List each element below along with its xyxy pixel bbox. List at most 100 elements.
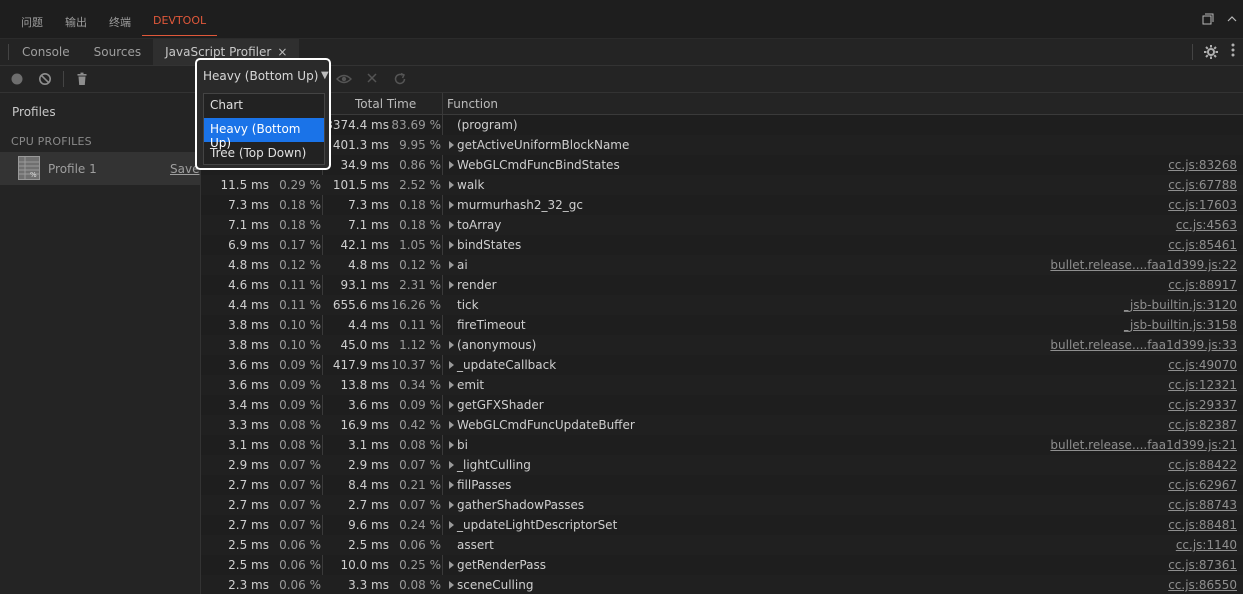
table-row[interactable]: 3.4 ms 0.09 % 3.6 ms 0.09 % getGFXShader cc.j… xyxy=(201,395,1243,415)
expand-triangle-icon[interactable] xyxy=(449,421,454,429)
table-row[interactable]: 2.5 ms 0.06 % 10.0 ms 0.25 % getRenderPass cc… xyxy=(201,555,1243,575)
table-row[interactable]: 4.6 ms 0.11 % 93.1 ms 2.31 % render cc.js:889… xyxy=(201,275,1243,295)
option-heavy-bottom-up[interactable]: Heavy (Bottom Up) xyxy=(204,118,324,150)
source-link[interactable]: cc.js:86550 xyxy=(1168,578,1237,592)
self-time-cell: 2.9 ms xyxy=(228,458,269,472)
source-link[interactable]: bullet.release....faa1d399.js:21 xyxy=(1050,438,1237,452)
table-row[interactable]: 2.9 ms 0.07 % 2.9 ms 0.07 % _lightCulling cc.… xyxy=(201,455,1243,475)
expand-triangle-icon[interactable] xyxy=(449,401,454,409)
expand-triangle-icon[interactable] xyxy=(449,221,454,229)
panel-tab-terminal[interactable]: 终端 xyxy=(98,10,142,36)
function-name-cell: emit xyxy=(457,378,485,392)
self-time-cell: 2.7 ms xyxy=(228,518,269,532)
expand-triangle-icon[interactable] xyxy=(449,381,454,389)
source-link[interactable]: bullet.release....faa1d399.js:22 xyxy=(1050,258,1237,272)
restore-icon[interactable] xyxy=(393,72,407,86)
close-tab-icon[interactable]: × xyxy=(277,45,287,59)
source-link[interactable]: cc.js:17603 xyxy=(1168,198,1237,212)
expand-triangle-icon[interactable] xyxy=(449,181,454,189)
source-link[interactable]: cc.js:85461 xyxy=(1168,238,1237,252)
source-link[interactable]: cc.js:62967 xyxy=(1168,478,1237,492)
restore-panel-icon[interactable] xyxy=(1201,12,1215,26)
table-row[interactable]: 2.5 ms 0.06 % 2.5 ms 0.06 % assert cc.js:1140 xyxy=(201,535,1243,555)
source-link[interactable]: cc.js:67788 xyxy=(1168,178,1237,192)
expand-triangle-icon[interactable] xyxy=(449,141,454,149)
expand-triangle-icon[interactable] xyxy=(449,521,454,529)
expand-triangle-icon[interactable] xyxy=(449,581,454,589)
table-row[interactable]: 2.7 ms 0.07 % 9.6 ms 0.24 % _updateLightDesc… xyxy=(201,515,1243,535)
table-row[interactable]: 11.5 ms 0.29 % 101.5 ms 2.52 % walk cc.js:677… xyxy=(201,175,1243,195)
table-row[interactable]: 3.6 ms 0.09 % 417.9 ms 10.37 % _updateCallba… xyxy=(201,355,1243,375)
source-link[interactable]: cc.js:12321 xyxy=(1168,378,1237,392)
expand-triangle-icon[interactable] xyxy=(449,161,454,169)
table-row[interactable]: 3.1 ms 0.08 % 3.1 ms 0.08 % bi bullet.release… xyxy=(201,435,1243,455)
expand-triangle-icon[interactable] xyxy=(449,561,454,569)
source-link[interactable]: cc.js:49070 xyxy=(1168,358,1237,372)
function-name-cell: (anonymous) xyxy=(457,338,537,352)
source-link[interactable]: _jsb-builtin.js:3158 xyxy=(1124,318,1237,332)
tab-sources[interactable]: Sources xyxy=(82,39,153,65)
option-chart[interactable]: Chart xyxy=(204,94,324,118)
table-row[interactable]: 4.4 ms 0.11 % 655.6 ms 16.26 % tick _jsb-buil… xyxy=(201,295,1243,315)
source-link[interactable]: _jsb-builtin.js:3120 xyxy=(1124,298,1237,312)
table-row[interactable]: 7.1 ms 0.18 % 7.1 ms 0.18 % toArray cc.js:456… xyxy=(201,215,1243,235)
panel-tab-devtool[interactable]: DEVTOOL xyxy=(142,10,218,36)
expand-triangle-icon[interactable] xyxy=(449,481,454,489)
expand-triangle-icon[interactable] xyxy=(449,361,454,369)
table-row[interactable]: 33.7 ms0.84 %34.9 ms0.86 %WebGLCmdFuncBi… xyxy=(201,155,1243,175)
focus-eye-icon[interactable] xyxy=(336,72,352,86)
expand-triangle-icon[interactable] xyxy=(449,201,454,209)
view-mode-dropdown[interactable]: Heavy (Bottom Up) ▼ Chart Heavy (Bottom … xyxy=(195,58,331,170)
function-name-cell: fillPasses xyxy=(457,478,512,492)
source-link[interactable]: cc.js:87361 xyxy=(1168,558,1237,572)
source-link[interactable]: cc.js:83268 xyxy=(1168,158,1237,172)
expand-triangle-icon[interactable] xyxy=(449,241,454,249)
column-total-time[interactable]: Total Time xyxy=(355,97,416,111)
panel-tab-problems[interactable]: 问题 xyxy=(10,10,54,36)
source-link[interactable]: cc.js:82387 xyxy=(1168,418,1237,432)
expand-triangle-icon[interactable] xyxy=(449,261,454,269)
table-row[interactable]: 2.7 ms 0.07 % 8.4 ms 0.21 % fillPasses cc.js:… xyxy=(201,475,1243,495)
table-row[interactable]: 3.8 ms 0.10 % 45.0 ms 1.12 % (anonymous) bull… xyxy=(201,335,1243,355)
record-icon[interactable] xyxy=(10,72,24,86)
table-row[interactable]: 3.6 ms 0.09 % 13.8 ms 0.34 % emit cc.js:12321 xyxy=(201,375,1243,395)
total-time-cell: 401.3 ms xyxy=(332,138,389,152)
expand-triangle-icon[interactable] xyxy=(449,461,454,469)
source-link[interactable]: cc.js:88743 xyxy=(1168,498,1237,512)
expand-triangle-icon[interactable] xyxy=(449,281,454,289)
expand-triangle-icon[interactable] xyxy=(449,341,454,349)
chevron-up-icon[interactable] xyxy=(1225,12,1239,26)
source-link[interactable]: cc.js:4563 xyxy=(1176,218,1237,232)
more-options-icon[interactable] xyxy=(1231,42,1241,62)
exclude-icon[interactable] xyxy=(366,72,380,86)
toolbar-divider xyxy=(63,71,64,87)
source-link[interactable]: bullet.release....faa1d399.js:33 xyxy=(1050,338,1237,352)
source-link[interactable]: cc.js:1140 xyxy=(1176,538,1237,552)
table-row[interactable]: 3.8 ms 0.10 % 4.4 ms 0.11 % fireTimeout _jsb-… xyxy=(201,315,1243,335)
table-row[interactable]: 7.3 ms 0.18 % 7.3 ms 0.18 % murmurhash2_32_g… xyxy=(201,195,1243,215)
gear-icon[interactable] xyxy=(1203,44,1219,60)
expand-triangle-icon[interactable] xyxy=(449,441,454,449)
total-time-cell: 42.1 ms xyxy=(340,238,389,252)
self-percent-cell: 0.18 % xyxy=(279,198,321,212)
table-row[interactable]: 3.3 ms 0.08 % 16.9 ms 0.42 % WebGLCmdFuncUpd… xyxy=(201,415,1243,435)
table-row[interactable]: 2.7 ms 0.07 % 2.7 ms 0.07 % gatherShadowPass… xyxy=(201,495,1243,515)
option-tree-top-down[interactable]: Tree (Top Down) xyxy=(204,142,324,166)
panel-tab-output[interactable]: 输出 xyxy=(54,10,98,36)
source-link[interactable]: cc.js:29337 xyxy=(1168,398,1237,412)
tab-console[interactable]: Console xyxy=(10,39,82,65)
table-row[interactable]: 4.8 ms 0.12 % 4.8 ms 0.12 % ai bullet.release… xyxy=(201,255,1243,275)
table-row[interactable]: 401.3 ms 9.95 % getActiveUniformBlockName xyxy=(201,135,1243,155)
profile-list-item[interactable]: % Profile 1 Save xyxy=(0,152,200,185)
column-function[interactable]: Function xyxy=(447,97,498,111)
table-row[interactable]: 3374.4 ms 83.69 % (program) xyxy=(201,115,1243,135)
source-link[interactable]: cc.js:88422 xyxy=(1168,458,1237,472)
trash-icon[interactable] xyxy=(75,72,89,86)
view-mode-select[interactable]: Heavy (Bottom Up) ▼ xyxy=(203,69,329,89)
clear-all-icon[interactable] xyxy=(38,72,52,86)
source-link[interactable]: cc.js:88917 xyxy=(1168,278,1237,292)
source-link[interactable]: cc.js:88481 xyxy=(1168,518,1237,532)
table-row[interactable]: 6.9 ms 0.17 % 42.1 ms 1.05 % bindStates cc.js… xyxy=(201,235,1243,255)
expand-triangle-icon[interactable] xyxy=(449,501,454,509)
table-row[interactable]: 2.3 ms 0.06 % 3.3 ms 0.08 % sceneCulling cc.j… xyxy=(201,575,1243,594)
